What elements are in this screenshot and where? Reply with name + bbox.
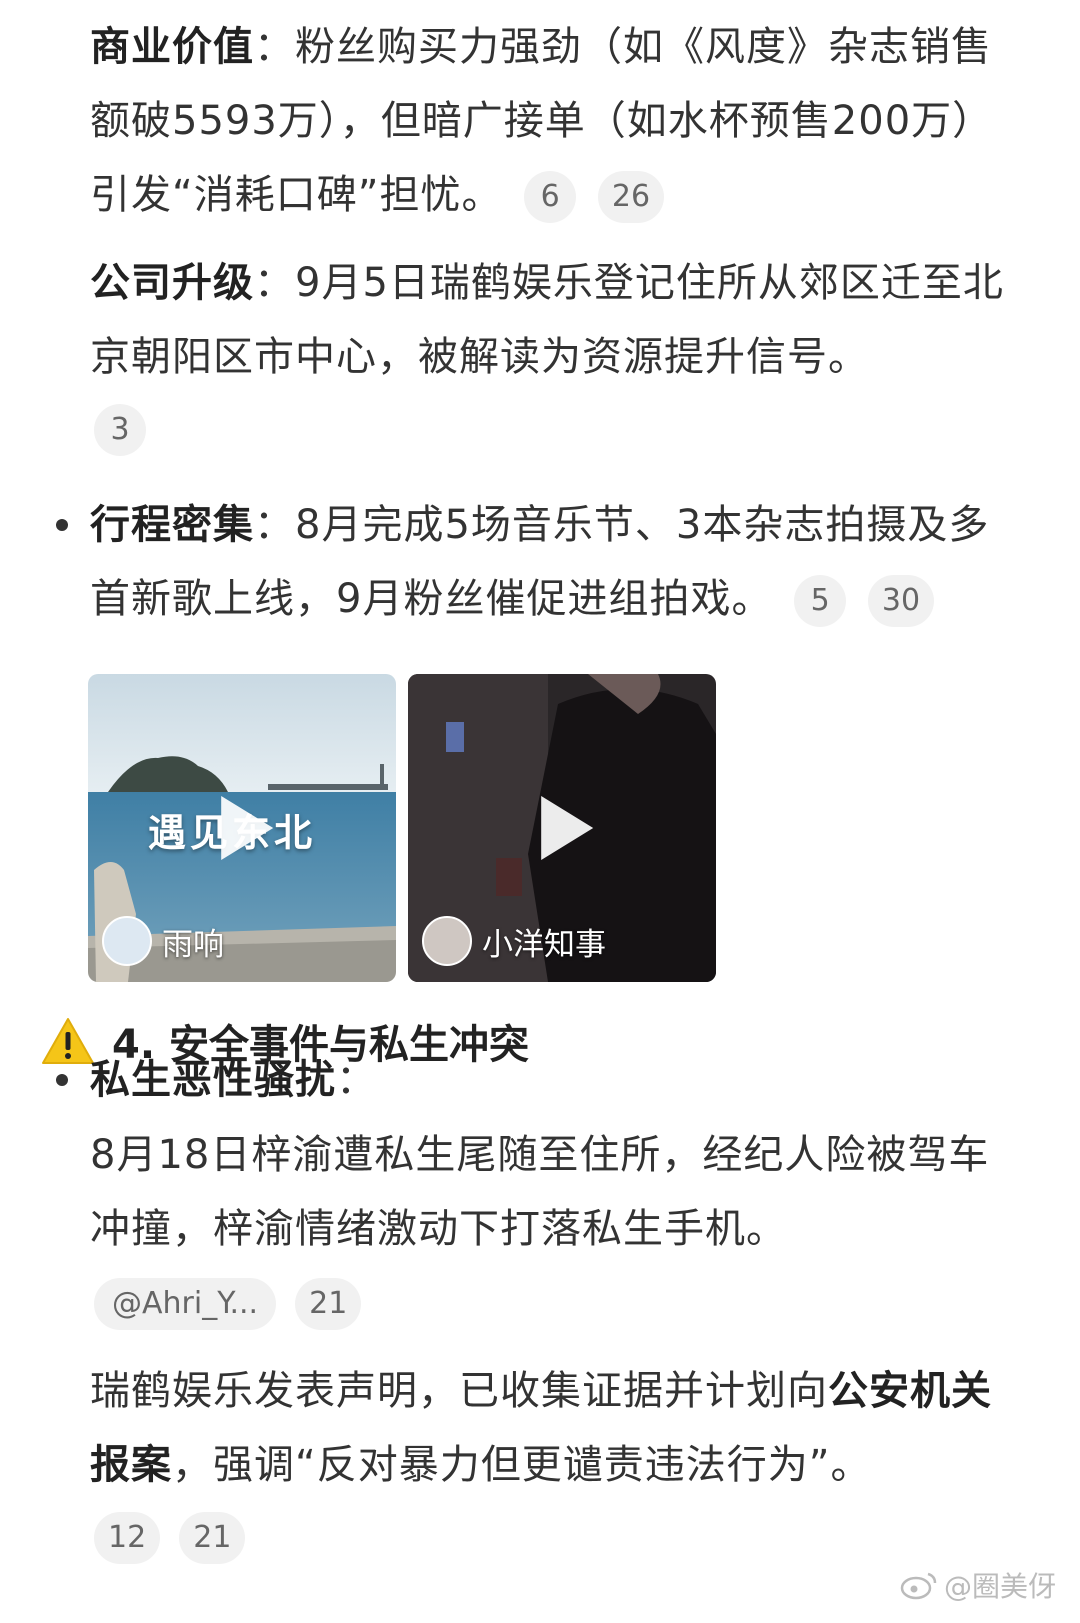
label-business-value: 商业价值 bbox=[90, 24, 254, 70]
reference-chip[interactable]: 21 bbox=[295, 1278, 362, 1330]
label-company-upgrade: 公司升级 bbox=[90, 260, 254, 306]
author-name: 小洋知事 bbox=[482, 926, 606, 963]
play-icon[interactable] bbox=[221, 796, 274, 860]
paragraph-business-value: 商业价值：粉丝购买力强劲（如《风度》杂志销售额破5593万），但暗广接单（如水杯… bbox=[90, 10, 1030, 232]
video-card-1[interactable]: 遇见东北 雨响 bbox=[88, 674, 396, 982]
avatar bbox=[422, 916, 472, 966]
reference-chip[interactable]: 5 bbox=[794, 575, 847, 627]
paragraph-schedule: 行程密集：8月完成5场音乐节、3本杂志拍摄及多首新歌上线，9月粉丝催促进组拍戏。… bbox=[90, 488, 1030, 636]
paragraph-company-upgrade: 公司升级：9月5日瑞鹤娱乐登记住所从郊区迁至北京朝阳区市中心，被解读为资源提升信… bbox=[90, 260, 1004, 380]
video-author: 雨响 bbox=[102, 916, 224, 966]
warning-icon bbox=[42, 1018, 94, 1064]
reference-row: 12 21 bbox=[86, 1512, 246, 1564]
text-harassment: 8月18日梓渝遭私生尾随至住所，经纪人险被驾车冲撞，梓渝情绪激动下打落私生手机。 bbox=[90, 1132, 990, 1252]
play-icon[interactable] bbox=[541, 796, 594, 860]
watermark-text: @圈美伢 bbox=[943, 1570, 1056, 1603]
reference-chip[interactable]: 26 bbox=[597, 171, 665, 223]
video-card-2[interactable]: 小洋知事 bbox=[408, 674, 716, 982]
avatar bbox=[102, 916, 152, 966]
reference-chip[interactable]: 30 bbox=[867, 575, 935, 627]
author-name: 雨响 bbox=[162, 926, 224, 963]
video-author: 小洋知事 bbox=[422, 916, 606, 966]
reference-chip[interactable]: 12 bbox=[94, 1512, 161, 1564]
label-schedule: 行程密集 bbox=[90, 502, 254, 548]
reference-row: @Ahri_Y... 21 bbox=[86, 1278, 362, 1330]
label-harassment: 私生恶性骚扰 bbox=[90, 1057, 336, 1103]
bullet-dot bbox=[56, 519, 68, 531]
reference-chip[interactable]: 6 bbox=[524, 171, 577, 223]
bullet-dot bbox=[56, 1074, 68, 1086]
paragraph-harassment-label: 私生恶性骚扰： bbox=[90, 1057, 377, 1103]
paragraph-harassment: 8月18日梓渝遭私生尾随至住所，经纪人险被驾车冲撞，梓渝情绪激动下打落私生手机。 bbox=[90, 1118, 1030, 1266]
reference-chip[interactable]: 3 bbox=[94, 404, 146, 456]
reference-chip[interactable]: @Ahri_Y... bbox=[94, 1278, 277, 1330]
reference-row: 3 bbox=[86, 404, 146, 456]
reference-chip[interactable]: 21 bbox=[179, 1512, 246, 1564]
weibo-icon bbox=[900, 1572, 937, 1600]
paragraph-statement: 瑞鹤娱乐发表声明，已收集证据并计划向公安机关报案，强调“反对暴力但更谴责违法行为… bbox=[90, 1368, 992, 1488]
watermark: @圈美伢 bbox=[900, 1565, 1056, 1605]
